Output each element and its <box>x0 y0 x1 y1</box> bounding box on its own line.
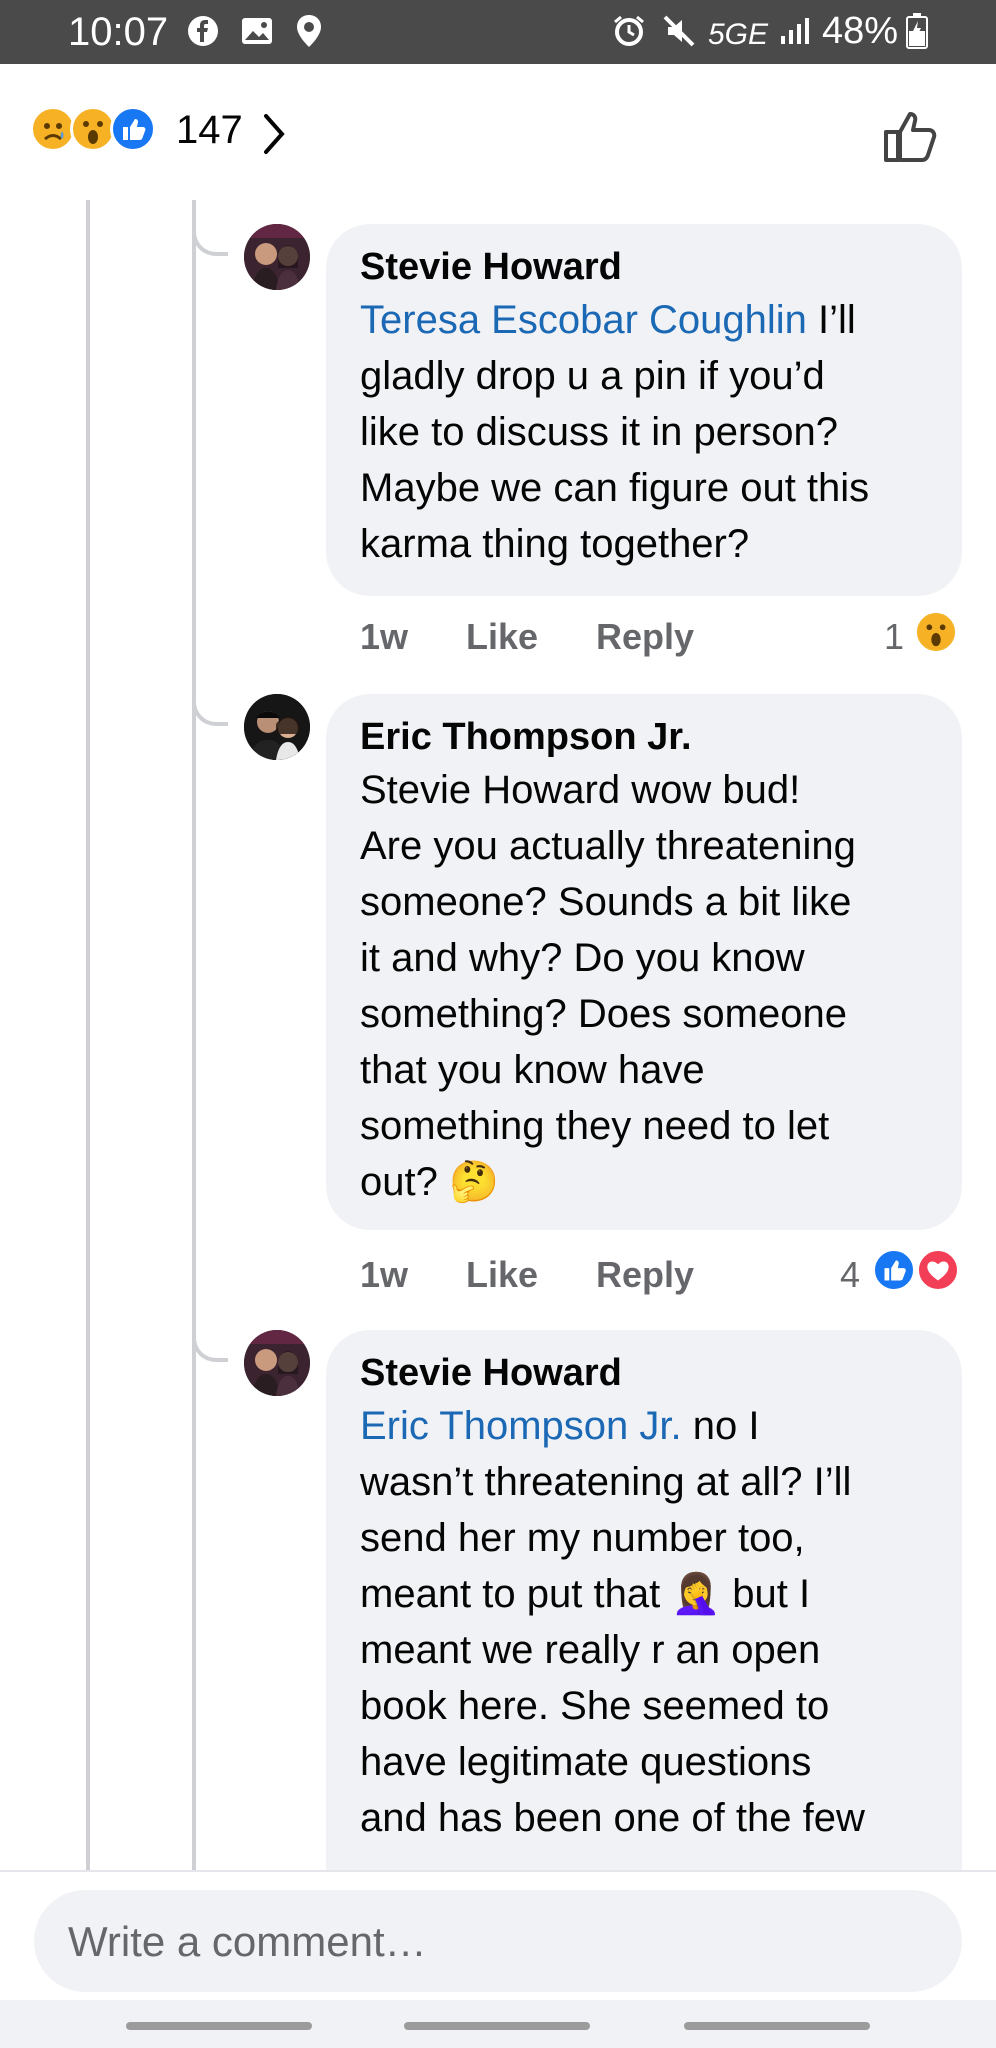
battery-icon <box>900 13 934 49</box>
comment-author[interactable]: Stevie Howard <box>360 242 928 292</box>
comment-age[interactable]: 1w <box>360 616 408 658</box>
comment-line: out? 🤔 <box>360 1160 499 1204</box>
thumbs-up-icon[interactable] <box>880 104 944 168</box>
comment-bubble[interactable]: Eric Thompson Jr. Stevie Howard wow bud!… <box>326 694 962 1230</box>
reply-branch <box>192 1322 228 1362</box>
comment-text: Eric Thompson Jr. no I <box>360 1398 928 1454</box>
comment-line: someone? Sounds a bit like <box>360 880 852 924</box>
comment-line: and has been one of the few <box>360 1796 865 1840</box>
nav-back-button[interactable] <box>684 2022 870 2030</box>
comment-reaction-count[interactable]: 1 <box>884 616 904 658</box>
comment-bubble[interactable]: Stevie Howard Teresa Escobar Coughlin I’… <box>326 224 962 596</box>
comment-bubble[interactable]: Stevie Howard Eric Thompson Jr. no I was… <box>326 1330 962 1930</box>
signal-icon <box>778 14 812 48</box>
comment-input[interactable]: Write a comment… <box>34 1890 962 1992</box>
comment-line: karma thing together? <box>360 522 750 566</box>
thread-line-outer <box>86 200 90 1870</box>
comment-line: like to discuss it in person? <box>360 410 839 454</box>
mute-icon <box>662 14 696 48</box>
comment-author[interactable]: Stevie Howard <box>360 1348 928 1398</box>
nav-recents-button[interactable] <box>126 2022 312 2030</box>
reply-link[interactable]: Reply <box>596 616 694 658</box>
love-reaction-icon <box>916 1248 960 1292</box>
like-link[interactable]: Like <box>466 1254 538 1296</box>
comment-line: Stevie Howard wow bud! <box>360 768 801 812</box>
location-icon <box>292 14 326 48</box>
comment-composer-bar: Write a comment… <box>0 1870 996 2000</box>
comment-line: Are you actually threatening <box>360 824 856 868</box>
like-reaction-icon <box>872 1248 916 1292</box>
avatar[interactable] <box>244 224 310 290</box>
comment-line: gladly drop u a pin if you’d <box>360 354 825 398</box>
comment-line: something they need to let <box>360 1104 830 1148</box>
avatar[interactable] <box>244 1330 310 1396</box>
comment-age[interactable]: 1w <box>360 1254 408 1296</box>
comment-line: I’ll <box>806 298 856 342</box>
mention-link[interactable]: Teresa Escobar Coughlin <box>360 298 807 342</box>
comment-reaction-count[interactable]: 4 <box>840 1254 860 1296</box>
comment-text: Teresa Escobar Coughlin I’ll <box>360 292 928 348</box>
system-nav-bar <box>0 2000 996 2048</box>
reply-branch <box>192 686 228 726</box>
like-reaction-icon <box>110 106 156 152</box>
reply-link[interactable]: Reply <box>596 1254 694 1296</box>
gallery-icon <box>240 14 274 48</box>
comment-author[interactable]: Eric Thompson Jr. <box>360 712 928 762</box>
comment-line: it and why? Do you know <box>360 936 805 980</box>
chevron-right-icon[interactable] <box>262 112 286 161</box>
like-link[interactable]: Like <box>466 616 538 658</box>
reactions-header: 147 <box>0 64 996 200</box>
comment-line: send her my number too, <box>360 1516 805 1560</box>
comment-line: wasn’t threatening at all? I’ll <box>360 1460 852 1504</box>
wow-reaction-icon <box>914 610 958 654</box>
reply-branch <box>192 216 228 256</box>
comment-line: that you know have <box>360 1048 705 1092</box>
comment-line: meant to put that 🤦‍♀️ but I <box>360 1572 811 1616</box>
facebook-icon <box>186 14 220 48</box>
comment-line: have legitimate questions <box>360 1740 812 1784</box>
comment-line: book here. She seemed to <box>360 1684 830 1728</box>
network-type: 5GE <box>708 18 769 51</box>
reaction-count[interactable]: 147 <box>176 108 243 153</box>
status-bar: 10:07 5GE 48% <box>0 0 996 64</box>
comment-line: Maybe we can figure out this <box>360 466 870 510</box>
alarm-icon <box>612 14 646 48</box>
comment-line: no I <box>681 1404 760 1448</box>
avatar[interactable] <box>244 694 310 760</box>
mention-link[interactable]: Eric Thompson Jr. <box>360 1404 682 1448</box>
thread-line-inner <box>192 200 196 1870</box>
comment-line: meant we really r an open <box>360 1628 821 1672</box>
comment-line: something? Does someone <box>360 992 847 1036</box>
battery-percent: 48% <box>822 10 899 52</box>
nav-home-button[interactable] <box>404 2022 590 2030</box>
status-time: 10:07 <box>68 10 169 54</box>
